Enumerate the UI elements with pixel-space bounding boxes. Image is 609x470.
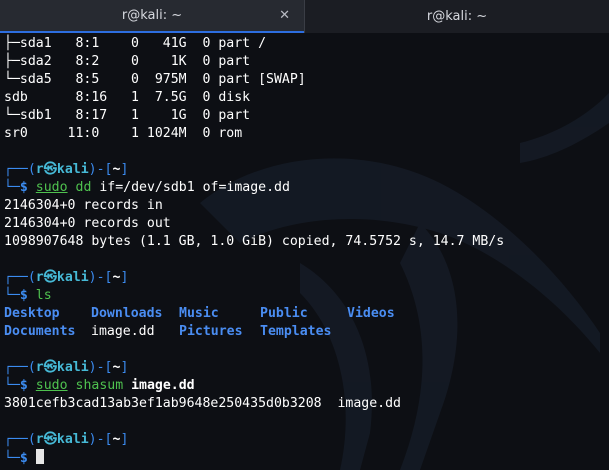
ls-entry: Public [260, 306, 308, 321]
lsblk-row: sdb 8:16 1 7.5G 0 disk [4, 90, 251, 105]
text-cursor [35, 449, 44, 464]
command-line: └─$ sudo dd if=/dev/sdb1 of=image.dd [4, 180, 290, 195]
tab-terminal-2[interactable]: r@kali: ~ [304, 0, 609, 33]
terminal-window: r@kali: ~ ✕ r@kali: ~ ├─sda1 8:1 0 41G 0… [0, 0, 609, 470]
output-line: 2146304+0 records out [4, 216, 171, 231]
command-line: └─$ sudo shasum image.dd [4, 378, 195, 393]
prompt-line-top: ┌──(r㉿kali)-[~] [4, 270, 129, 285]
ls-entry: Templates [260, 324, 332, 339]
command-line[interactable]: └─$ [4, 449, 44, 467]
lsblk-row: └─sdb1 8:17 1 1G 0 part [4, 108, 251, 123]
lsblk-row: sr0 11:0 1 1024M 0 rom [4, 126, 243, 141]
prompt-line-top: ┌──(r㉿kali)-[~] [4, 432, 129, 447]
lsblk-row: ├─sda2 8:2 0 1K 0 part [4, 54, 251, 69]
terminal-output[interactable]: ├─sda1 8:1 0 41G 0 part / ├─sda2 8:2 0 1… [4, 33, 609, 470]
prompt-line-top: ┌──(r㉿kali)-[~] [4, 360, 129, 375]
output-line: 2146304+0 records in [4, 198, 163, 213]
prompt-line-top: ┌──(r㉿kali)-[~] [4, 162, 129, 177]
output-line: 1098907648 bytes (1.1 GB, 1.0 GiB) copie… [4, 234, 505, 249]
tab-terminal-1[interactable]: r@kali: ~ ✕ [0, 0, 304, 33]
ls-entry: Music [179, 306, 219, 321]
lsblk-row: ├─sda1 8:1 0 41G 0 part / [4, 36, 267, 51]
output-line: 3801cefb3cad13ab3ef1ab9648e250435d0b3208… [4, 396, 401, 411]
tab-title: r@kali: ~ [121, 8, 183, 23]
ls-entry: image.dd [91, 324, 155, 339]
tab-title: r@kali: ~ [426, 9, 488, 24]
ls-entry: Downloads [91, 306, 163, 321]
ls-entry: Pictures [179, 324, 243, 339]
lsblk-row: └─sda5 8:5 0 975M 0 part [SWAP] [4, 72, 306, 87]
ls-entry: Desktop [4, 306, 60, 321]
tab-bar: r@kali: ~ ✕ r@kali: ~ [0, 0, 609, 33]
ls-entry: Videos [347, 306, 395, 321]
close-icon[interactable]: ✕ [279, 8, 290, 23]
ls-entry: Documents [4, 324, 76, 339]
command-line: └─$ ls [4, 288, 52, 303]
